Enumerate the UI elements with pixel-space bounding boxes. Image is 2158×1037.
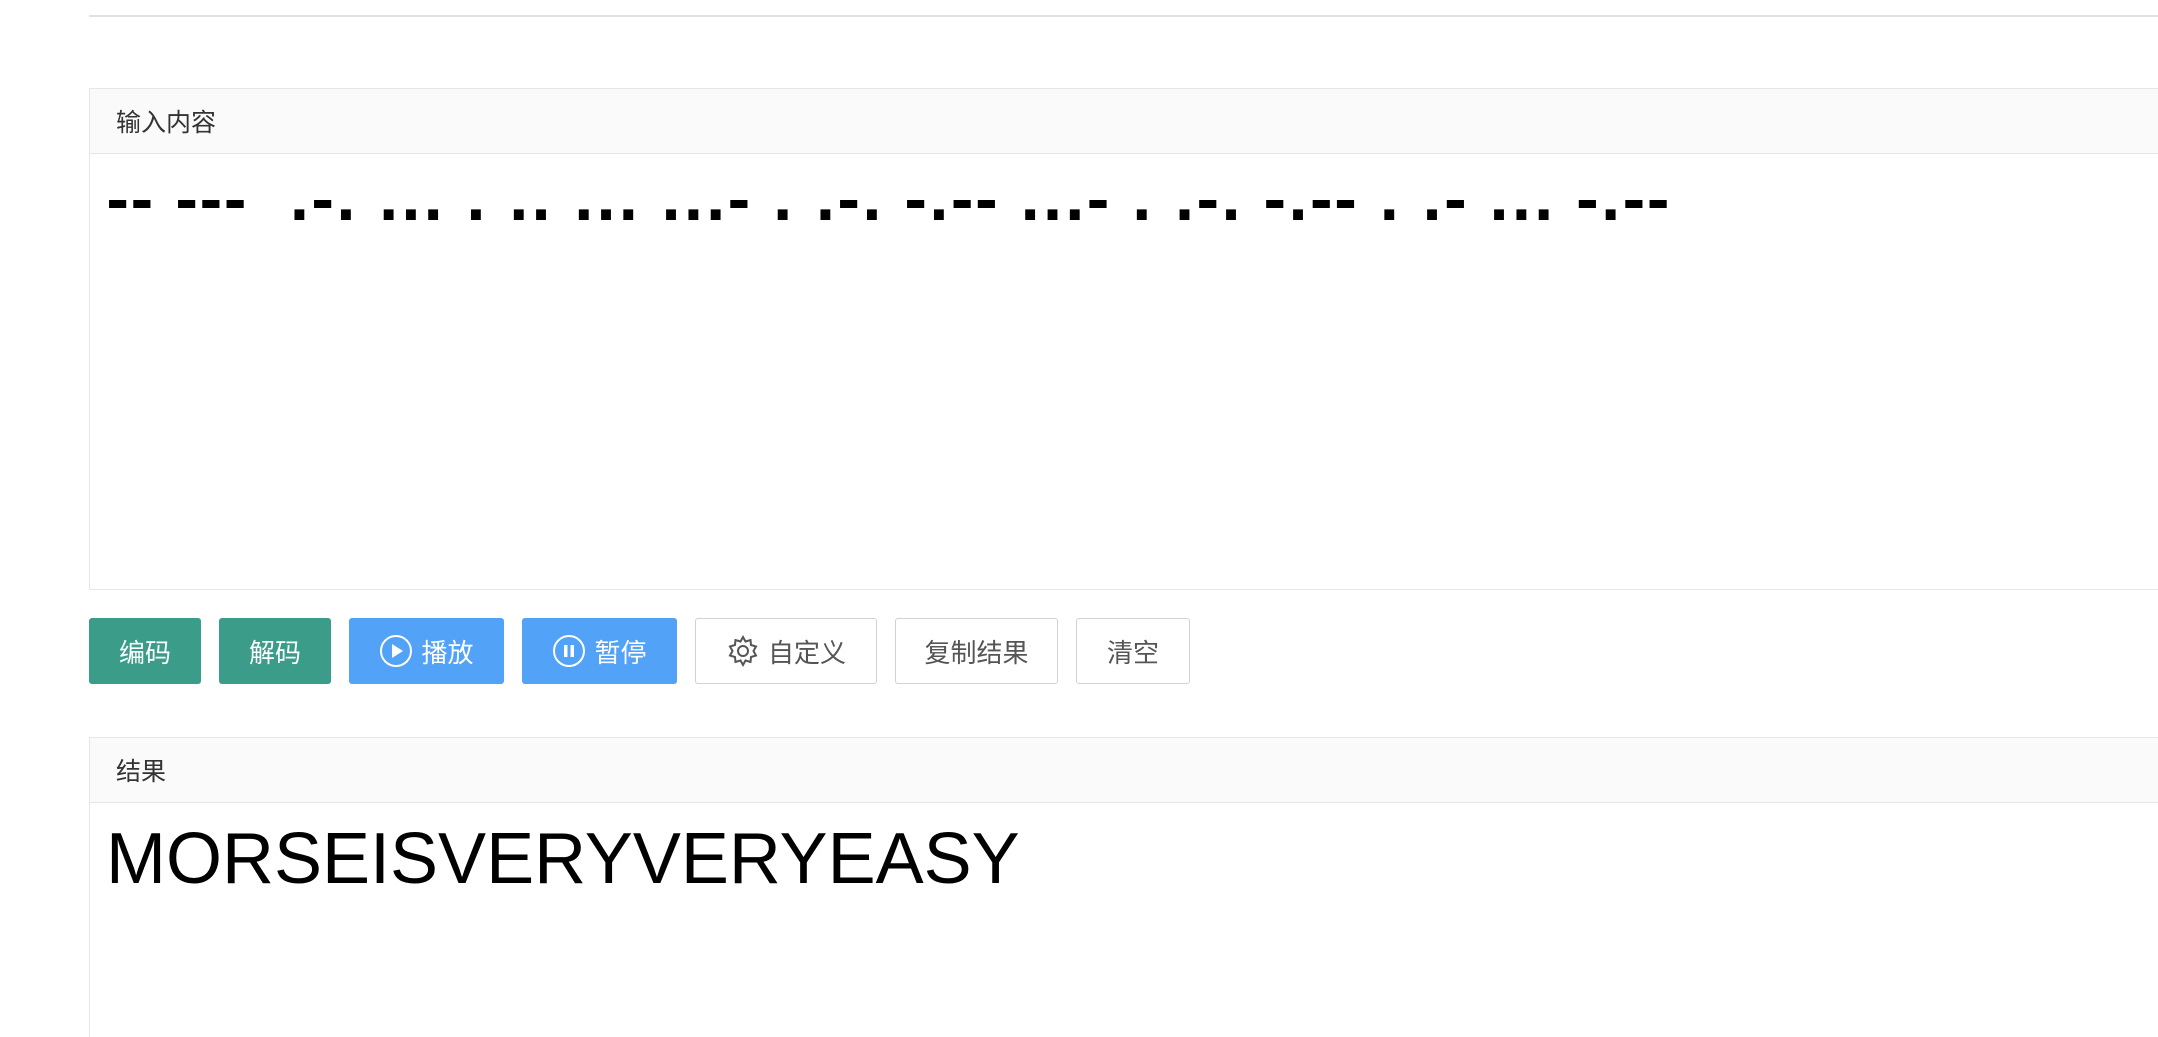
play-button[interactable]: 播放 [349, 618, 504, 684]
result-panel-title: 结果 [116, 757, 167, 786]
morse-input-text[interactable]: -- --- .-. ... . .. ... ...- . .-. -.-- … [106, 154, 2142, 230]
result-output[interactable]: MORSEISVERYVERYEASY [90, 803, 2158, 895]
customize-button[interactable]: 自定义 [695, 618, 877, 684]
result-panel-header: 结果 [90, 738, 2158, 803]
result-text: MORSEISVERYVERYEASY [106, 819, 1020, 899]
input-textarea[interactable]: -- --- .-. ... . .. ... ...- . .-. -.-- … [90, 154, 2158, 230]
copy-result-button[interactable]: 复制结果 [895, 618, 1058, 684]
input-panel: 输入内容 -- --- .-. ... . .. ... ...- . .-. … [89, 88, 2158, 590]
encode-button-label: 编码 [118, 638, 171, 669]
result-panel: 结果 MORSEISVERYVERYEASY [89, 737, 2158, 1037]
play-button-label: 播放 [421, 638, 474, 669]
input-panel-title: 输入内容 [116, 108, 217, 137]
top-divider [89, 15, 2158, 17]
clear-button-label: 清空 [1106, 638, 1159, 669]
decode-button-label: 解码 [248, 638, 301, 669]
pause-button-label: 暂停 [594, 638, 647, 669]
input-panel-header: 输入内容 [90, 89, 2158, 154]
pause-button[interactable]: 暂停 [522, 618, 677, 684]
play-circle-icon [379, 634, 413, 668]
decode-button[interactable]: 解码 [219, 618, 331, 684]
action-toolbar: 编码 解码 播放 暂停 自定义 复制结果 清空 [89, 618, 1190, 684]
customize-button-label: 自定义 [767, 638, 846, 669]
gear-icon [726, 634, 760, 668]
clear-button[interactable]: 清空 [1076, 618, 1190, 684]
copy-result-button-label: 复制结果 [924, 638, 1029, 669]
pause-circle-icon [552, 634, 586, 668]
encode-button[interactable]: 编码 [89, 618, 201, 684]
